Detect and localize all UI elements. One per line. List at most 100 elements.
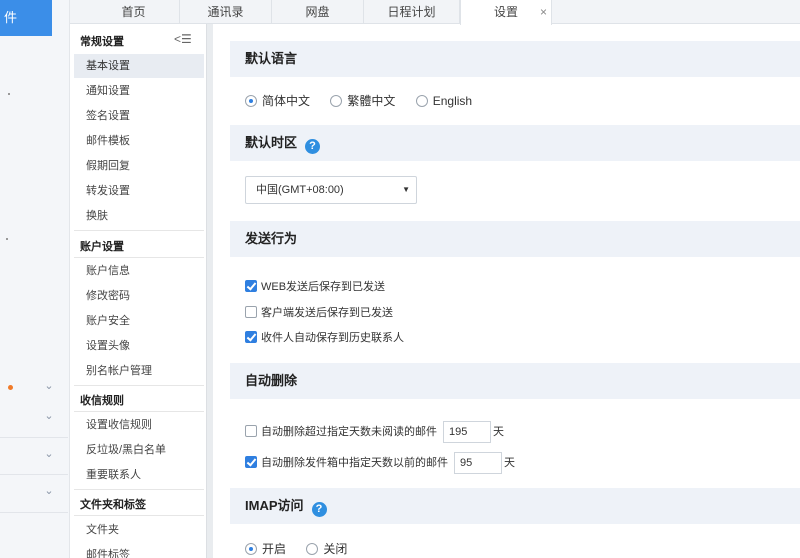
nav-divider	[74, 230, 204, 231]
tab-settings-label: 设置	[493, 5, 518, 19]
checkbox-indicator[interactable]	[245, 280, 257, 292]
checkbox-autodelete-sent[interactable]: 自动删除发件箱中指定天数以前的邮件	[245, 455, 448, 469]
tab-netdisk[interactable]: 网盘	[272, 0, 364, 24]
help-icon[interactable]: ?	[311, 502, 327, 517]
autodelete-sent-row: 自动删除发件箱中指定天数以前的邮件 95 天	[245, 452, 515, 474]
nav-group-folders: 文件夹和标签	[80, 499, 146, 511]
unread-dot	[8, 385, 13, 390]
chevron-down-icon[interactable]: ⌄	[43, 380, 55, 392]
checkbox-client-save-sent[interactable]: 客户端发送后保存到已发送	[245, 306, 393, 320]
nav-item-alias[interactable]: 别名帐户管理	[74, 359, 204, 383]
chevron-down-icon[interactable]: ⌄	[43, 485, 55, 497]
nav-item-security[interactable]: 账户安全	[74, 309, 204, 333]
sent-days-input[interactable]: 95	[454, 452, 502, 474]
radio-indicator[interactable]	[245, 95, 257, 107]
tab-contacts[interactable]: 通讯录	[180, 0, 272, 24]
radio-traditional-chinese[interactable]: 繁體中文	[330, 93, 395, 109]
unread-days-input[interactable]: 195	[443, 421, 491, 443]
section-timezone-title: 默认时区?	[230, 125, 800, 161]
checkbox-indicator[interactable]	[245, 331, 257, 343]
checkbox-indicator[interactable]	[245, 455, 257, 468]
checkbox-autodelete-unread[interactable]: 自动删除超过指定天数未阅读的邮件	[245, 424, 437, 438]
radio-simplified-chinese[interactable]: 简体中文	[245, 93, 310, 109]
nav-group-general: 常规设置	[80, 36, 124, 48]
checkbox-label: 客户端发送后保存到已发送	[261, 307, 393, 319]
nav-item-vacation[interactable]: 假期回复	[74, 154, 204, 178]
radio-label: 开启	[262, 542, 287, 556]
checkbox-web-save-sent[interactable]: WEB发送后保存到已发送	[245, 280, 385, 294]
days-unit: 天	[493, 425, 504, 438]
checkbox-label: 自动删除发件箱中指定天数以前的邮件	[261, 456, 448, 469]
settings-content: 默认语言 简体中文 繁體中文 English 默认时区? 中国(GMT+08:0…	[214, 24, 800, 558]
radio-indicator[interactable]	[330, 95, 343, 107]
nav-divider	[74, 489, 204, 490]
nav-item-signature[interactable]: 签名设置	[74, 104, 204, 128]
checkbox-label: 自动删除超过指定天数未阅读的邮件	[261, 425, 437, 438]
radio-label: 关闭	[323, 542, 348, 556]
nav-divider	[74, 411, 204, 412]
nav-item-notify[interactable]: 通知设置	[74, 79, 204, 103]
section-imap-title: IMAP访问?	[230, 488, 800, 524]
tab-home[interactable]: 首页	[88, 0, 180, 24]
radio-indicator[interactable]	[415, 95, 428, 107]
section-timezone-label: 默认时区	[245, 135, 298, 150]
timezone-value: 中国(GMT+08:00)	[256, 184, 344, 196]
nav-scrollbar[interactable]	[206, 24, 213, 558]
autodelete-unread-row: 自动删除超过指定天数未阅读的邮件 195 天	[245, 421, 504, 443]
nav-item-password[interactable]: 修改密码	[74, 284, 204, 308]
nav-item-template[interactable]: 邮件模板	[74, 129, 204, 153]
checkbox-auto-save-contacts[interactable]: 收件人自动保存到历史联系人	[245, 331, 404, 345]
divider	[0, 474, 68, 475]
checkbox-indicator[interactable]	[245, 306, 257, 318]
nav-item-basic[interactable]: 基本设置	[74, 54, 204, 78]
radio-imap-off[interactable]: 关闭	[306, 541, 347, 557]
chevron-down-icon[interactable]: ⌄	[43, 410, 55, 422]
radio-label: English	[432, 94, 473, 108]
tab-settings[interactable]: 设置 ×	[460, 0, 552, 25]
radio-indicator[interactable]	[245, 543, 257, 555]
sidebar-icon-fragment	[6, 238, 8, 240]
nav-divider	[74, 515, 204, 516]
settings-nav: 常规设置 基本设置 通知设置 签名设置 邮件模板 假期回复 转发设置 换肤 账户…	[74, 28, 204, 558]
dropdown-arrow-icon: ▼	[402, 185, 410, 194]
nav-item-spam[interactable]: 反垃圾/黑白名单	[74, 438, 204, 462]
close-icon[interactable]: ×	[540, 0, 547, 24]
radio-imap-on[interactable]: 开启	[245, 541, 286, 557]
language-options: 简体中文 繁體中文 English	[245, 93, 489, 109]
collapse-nav-icon[interactable]: <☰	[174, 32, 192, 46]
nav-item-account-info[interactable]: 账户信息	[74, 259, 204, 283]
compose-button[interactable]: 件	[0, 0, 52, 36]
nav-item-labels[interactable]: 邮件标签	[74, 543, 204, 558]
divider	[0, 512, 68, 513]
section-language-title: 默认语言	[230, 41, 800, 77]
left-mail-sidebar: 件 ⌄ ⌄ ⌄ ⌄	[0, 0, 70, 558]
nav-divider	[74, 385, 204, 386]
radio-label: 繁體中文	[347, 94, 396, 108]
nav-item-vip[interactable]: 重要联系人	[74, 463, 204, 487]
help-icon[interactable]: ?	[305, 139, 321, 154]
section-autodelete-title: 自动删除	[230, 363, 800, 399]
nav-item-folders[interactable]: 文件夹	[74, 518, 204, 542]
sidebar-icon-fragment	[8, 93, 10, 95]
checkbox-label: WEB发送后保存到已发送	[261, 281, 386, 293]
nav-group-rules: 收信规则	[80, 395, 124, 407]
checkbox-label: 收件人自动保存到历史联系人	[261, 332, 404, 344]
tab-bar: 首页 通讯录 网盘 日程计划 设置 ×	[70, 0, 800, 25]
nav-group-account: 账户设置	[80, 241, 124, 253]
section-imap-label: IMAP访问	[245, 498, 304, 513]
nav-divider	[74, 257, 204, 258]
tab-calendar[interactable]: 日程计划	[364, 0, 460, 24]
nav-item-avatar[interactable]: 设置头像	[74, 334, 204, 358]
timezone-select[interactable]: 中国(GMT+08:00) ▼	[245, 176, 417, 204]
nav-item-rules[interactable]: 设置收信规则	[74, 413, 204, 437]
checkbox-indicator[interactable]	[245, 424, 257, 437]
radio-english[interactable]: English	[415, 93, 473, 109]
divider	[0, 437, 68, 438]
chevron-down-icon[interactable]: ⌄	[43, 448, 55, 460]
section-send-title: 发送行为	[230, 221, 800, 257]
nav-item-skin[interactable]: 换肤	[74, 204, 204, 228]
nav-item-forward[interactable]: 转发设置	[74, 179, 204, 203]
radio-indicator[interactable]	[306, 543, 319, 555]
days-unit: 天	[504, 456, 515, 469]
imap-options: 开启 关闭	[245, 541, 364, 557]
